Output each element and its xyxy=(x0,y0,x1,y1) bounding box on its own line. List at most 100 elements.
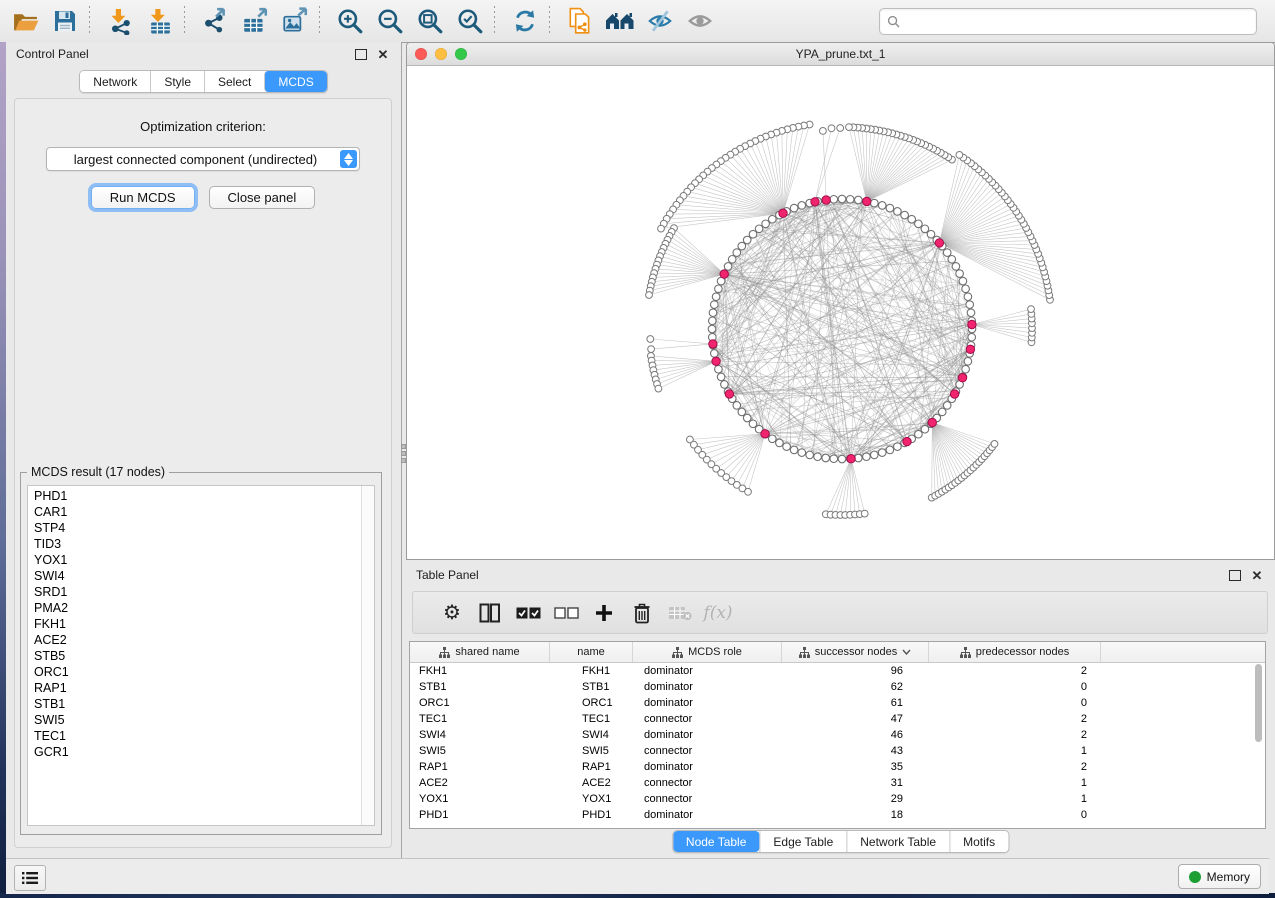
close-table-panel-icon[interactable]: ✕ xyxy=(1249,567,1265,583)
mcds-result-item[interactable]: SWI4 xyxy=(28,568,362,584)
list-scrollbar[interactable] xyxy=(361,486,374,825)
column-header-successor-nodes[interactable]: successor nodes xyxy=(782,642,929,662)
tab-network-table[interactable]: Network Table xyxy=(846,831,949,852)
show-hidden-button[interactable] xyxy=(683,4,717,38)
delete-table-icon xyxy=(668,605,692,621)
mcds-result-item[interactable]: STB5 xyxy=(28,648,362,664)
mcds-result-item[interactable]: CAR1 xyxy=(28,504,362,520)
scrollbar-thumb[interactable] xyxy=(1255,664,1262,742)
optimization-criterion-select[interactable]: largest connected component (undirected) xyxy=(46,147,360,171)
table-settings-button[interactable]: ⚙ xyxy=(433,598,471,628)
table-row[interactable]: RAP1RAP1dominator352 xyxy=(410,759,1265,775)
tab-select[interactable]: Select xyxy=(204,71,264,92)
column-header-predecessor-nodes[interactable]: predecessor nodes xyxy=(929,642,1101,662)
close-panel-icon[interactable]: ✕ xyxy=(375,46,391,62)
refresh-layout-button[interactable] xyxy=(508,4,542,38)
add-column-button[interactable] xyxy=(585,598,623,628)
mcds-result-item[interactable]: SWI5 xyxy=(28,712,362,728)
task-history-button[interactable] xyxy=(14,865,46,891)
select-all-button[interactable] xyxy=(509,598,547,628)
table-panel-title: Table Panel xyxy=(416,568,479,582)
close-panel-button[interactable]: Close panel xyxy=(209,186,316,209)
table-row[interactable]: SWI5SWI5connector431 xyxy=(410,743,1265,759)
deselect-all-button[interactable] xyxy=(547,598,585,628)
table-row[interactable]: YOX1YOX1connector291 xyxy=(410,791,1265,807)
table-row[interactable]: ORC1ORC1dominator610 xyxy=(410,695,1265,711)
houses-icon xyxy=(604,8,636,34)
zoom-in-button[interactable] xyxy=(333,4,367,38)
table-row[interactable]: PHD1PHD1dominator180 xyxy=(410,807,1265,823)
import-table-icon xyxy=(147,8,174,35)
mcds-result-item[interactable]: FKH1 xyxy=(28,616,362,632)
export-network-button[interactable] xyxy=(198,4,232,38)
import-network-button[interactable] xyxy=(103,4,137,38)
mcds-result-item[interactable]: TEC1 xyxy=(28,728,362,744)
zoom-fit-button[interactable] xyxy=(413,4,447,38)
export-image-icon xyxy=(281,7,309,35)
save-session-button[interactable] xyxy=(48,4,82,38)
export-table-icon xyxy=(241,7,269,35)
mcds-result-item[interactable]: PHD1 xyxy=(28,488,362,504)
network-canvas[interactable] xyxy=(407,66,1274,559)
delete-column-button[interactable] xyxy=(623,598,661,628)
column-header-shared-name[interactable]: shared name xyxy=(410,642,550,662)
gear-icon: ⚙ xyxy=(443,603,461,623)
toolbar-separator xyxy=(494,6,495,36)
zoom-out-button[interactable] xyxy=(373,4,407,38)
table-row[interactable]: ACE2ACE2connector311 xyxy=(410,775,1265,791)
share-session-button[interactable] xyxy=(563,4,597,38)
mcds-result-item[interactable]: STP4 xyxy=(28,520,362,536)
table-row[interactable]: STB1STB1dominator620 xyxy=(410,679,1265,695)
mcds-result-item[interactable]: ACE2 xyxy=(28,632,362,648)
mcds-result-item[interactable]: TID3 xyxy=(28,536,362,552)
table-row[interactable]: SWI4SWI4dominator462 xyxy=(410,727,1265,743)
float-panel-icon[interactable] xyxy=(353,46,369,62)
show-columns-button[interactable] xyxy=(471,598,509,628)
search-input[interactable] xyxy=(904,11,1256,33)
group-nodes-button[interactable] xyxy=(603,4,637,38)
tab-network[interactable]: Network xyxy=(80,71,150,92)
mcds-result-group: MCDS result (17 nodes) PHD1CAR1STP4TID3Y… xyxy=(20,472,382,835)
unchecked-boxes-icon xyxy=(554,607,579,619)
zoom-selected-button[interactable] xyxy=(453,4,487,38)
open-file-button[interactable] xyxy=(8,4,42,38)
export-image-button[interactable] xyxy=(278,4,312,38)
tab-edge-table[interactable]: Edge Table xyxy=(759,831,846,852)
mcds-result-item[interactable]: RAP1 xyxy=(28,680,362,696)
zoom-out-icon xyxy=(376,7,404,35)
table-scrollbar[interactable] xyxy=(1254,664,1263,824)
mcds-result-item[interactable]: GCR1 xyxy=(28,744,362,760)
eye-icon xyxy=(686,7,714,35)
network-window-title: YPA_prune.txt_1 xyxy=(407,47,1274,61)
export-table-button[interactable] xyxy=(238,4,272,38)
table-row[interactable]: TEC1TEC1connector472 xyxy=(410,711,1265,727)
mcds-result-item[interactable]: YOX1 xyxy=(28,552,362,568)
zoom-selected-icon xyxy=(456,7,484,35)
column-header-mcds-role[interactable]: MCDS role xyxy=(633,642,782,662)
tab-style[interactable]: Style xyxy=(150,71,204,92)
toolbar-separator xyxy=(549,6,550,36)
mcds-result-item[interactable]: STB1 xyxy=(28,696,362,712)
table-header-row: shared name name MCDS role successor nod… xyxy=(410,642,1265,663)
table-body: FKH1FKH1dominator962STB1STB1dominator620… xyxy=(410,663,1265,823)
tab-mcds[interactable]: MCDS xyxy=(264,71,326,92)
float-table-panel-icon[interactable] xyxy=(1227,567,1243,583)
tab-node-table[interactable]: Node Table xyxy=(673,831,760,852)
column-header-name[interactable]: name xyxy=(550,642,633,662)
columns-icon xyxy=(479,603,501,623)
tab-motifs[interactable]: Motifs xyxy=(949,831,1008,852)
import-table-button[interactable] xyxy=(143,4,177,38)
mcds-result-item[interactable]: PMA2 xyxy=(28,600,362,616)
run-mcds-button[interactable]: Run MCDS xyxy=(91,186,195,209)
memory-button[interactable]: Memory xyxy=(1178,864,1261,889)
sitemap-icon xyxy=(672,647,683,658)
mcds-result-item[interactable]: SRD1 xyxy=(28,584,362,600)
mcds-tab-content: Optimization criterion: largest connecte… xyxy=(14,98,392,848)
hide-selected-button[interactable] xyxy=(643,4,677,38)
mcds-result-item[interactable]: ORC1 xyxy=(28,664,362,680)
chevron-up-down-icon xyxy=(340,150,357,168)
table-row[interactable]: FKH1FKH1dominator962 xyxy=(410,663,1265,679)
table-panel: Table Panel ✕ ⚙ f(x) shared name name MC… xyxy=(406,563,1275,858)
network-window-titlebar[interactable]: YPA_prune.txt_1 xyxy=(407,43,1274,66)
search-box xyxy=(879,8,1257,35)
